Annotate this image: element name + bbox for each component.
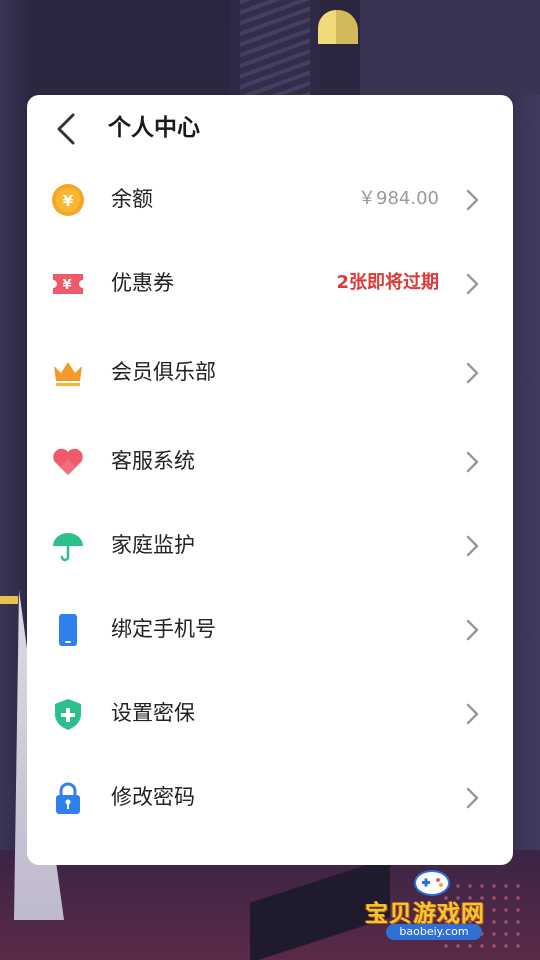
ticket-icon: ¥	[51, 267, 85, 301]
chevron-right-icon	[466, 362, 479, 384]
background-tower-top	[360, 0, 540, 95]
chevron-right-icon	[466, 535, 479, 557]
dialog-header: 个人中心	[27, 95, 513, 163]
coin-icon: ¥	[51, 183, 85, 217]
chevron-right-icon	[466, 703, 479, 725]
menu-item-balance[interactable]: ¥ 余额 ￥984.00	[27, 169, 513, 229]
chevron-right-icon	[466, 451, 479, 473]
menu-item-family-guardian[interactable]: 家庭监护	[27, 515, 513, 575]
menu-item-label: 修改密码	[111, 785, 195, 809]
page-title: 个人中心	[108, 115, 200, 141]
coupon-expiry-notice: 2张即将过期	[336, 272, 439, 293]
menu-item-label: 绑定手机号	[111, 617, 216, 641]
chevron-right-icon	[466, 619, 479, 641]
chevron-right-icon	[466, 189, 479, 211]
umbrella-icon	[51, 529, 85, 563]
menu-item-customer-service[interactable]: 客服系统	[27, 431, 513, 491]
lock-icon	[51, 781, 85, 815]
menu-item-label: 余额	[111, 187, 153, 211]
heart-icon	[51, 445, 85, 479]
menu-item-change-password[interactable]: 修改密码	[27, 767, 513, 827]
menu-item-label: 会员俱乐部	[111, 360, 216, 384]
menu-item-label: 家庭监护	[111, 533, 195, 557]
menu-item-vip-club[interactable]: 会员俱乐部	[27, 342, 513, 402]
back-button[interactable]	[47, 109, 87, 149]
menu-item-label: 客服系统	[111, 449, 195, 473]
menu-item-bind-phone[interactable]: 绑定手机号	[27, 599, 513, 659]
site-watermark: 宝贝游戏网 baobeiy.com	[360, 866, 510, 946]
personal-center-dialog: 个人中心 ¥ 余额 ￥984.00 ¥ 优惠券 2张即将过期 会员俱乐部 客服系…	[27, 95, 513, 865]
watermark-brand: 宝贝游戏网	[365, 901, 485, 927]
watermark-url: baobeiy.com	[386, 924, 482, 940]
chevron-right-icon	[466, 787, 479, 809]
menu-item-label: 设置密保	[111, 701, 195, 725]
svg-text:¥: ¥	[63, 192, 74, 210]
svg-text:¥: ¥	[62, 278, 71, 293]
shield-icon	[51, 697, 85, 731]
chevron-left-icon	[57, 113, 75, 145]
chevron-right-icon	[466, 273, 479, 295]
menu-item-label: 优惠券	[111, 271, 174, 295]
menu-item-coupon[interactable]: ¥ 优惠券 2张即将过期	[27, 253, 513, 313]
background-stairs	[240, 0, 310, 95]
menu-item-security-question[interactable]: 设置密保	[27, 683, 513, 743]
phone-icon	[51, 613, 85, 647]
crown-icon	[51, 356, 85, 390]
background-flag	[0, 596, 18, 604]
balance-value: ￥984.00	[358, 188, 439, 209]
